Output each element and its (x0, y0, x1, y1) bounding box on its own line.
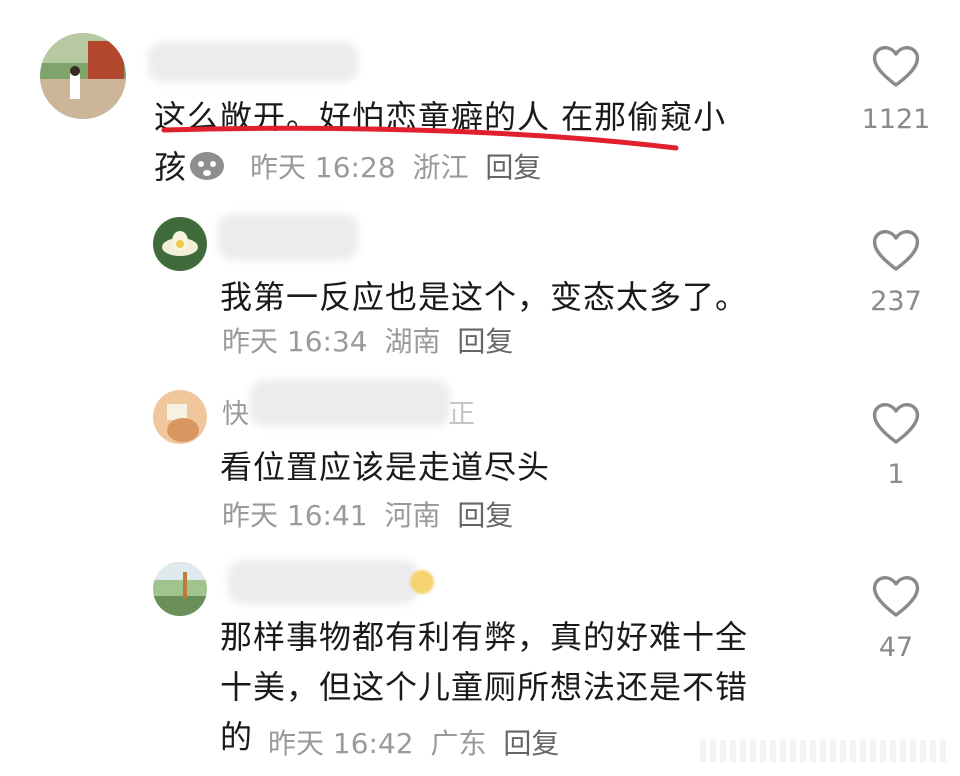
like-count: 1121 (861, 104, 931, 135)
location: 广东 (430, 727, 487, 760)
timestamp: 昨天 16:41 (222, 499, 368, 532)
reply-button[interactable]: 回复 (485, 151, 541, 184)
comment-meta: 昨天 16:34 湖南 回复 (222, 320, 521, 360)
location: 浙江 (412, 151, 469, 184)
avatar-image (153, 390, 207, 444)
timestamp: 昨天 16:34 (222, 325, 368, 358)
username-suffix: 正 (448, 399, 475, 430)
watermark (700, 740, 950, 762)
like-heart-icon[interactable] (871, 574, 921, 618)
username-blurred (148, 42, 358, 82)
location: 湖南 (384, 325, 441, 358)
timestamp: 昨天 16:42 (268, 727, 414, 760)
comment-text: 看位置应该是走道尽头 (220, 448, 551, 486)
like-count: 47 (878, 632, 914, 663)
like-heart-icon[interactable] (871, 401, 921, 445)
like-count: 237 (870, 286, 922, 317)
username-emoji-icon (410, 570, 434, 594)
username-blurred (250, 380, 450, 426)
username-prefix: 快 (222, 399, 249, 430)
username-blurred (218, 214, 358, 260)
comment-meta: 昨天 16:41 河南 回复 (222, 494, 521, 534)
reply-button[interactable]: 回复 (503, 727, 559, 760)
avatar-image (153, 217, 207, 271)
avatar[interactable] (40, 33, 126, 119)
avatar[interactable] (153, 217, 207, 271)
comment-text: 我第一反应也是这个，变态太多了。 (220, 278, 749, 316)
username-blurred (228, 560, 418, 604)
comment-meta: 昨天 16:42 广东 回复 (268, 722, 567, 762)
avatar-image (40, 33, 126, 119)
like-heart-icon[interactable] (871, 44, 921, 88)
reply-button[interactable]: 回复 (457, 499, 513, 532)
like-heart-icon[interactable] (871, 228, 921, 272)
avatar[interactable] (153, 562, 207, 616)
avatar[interactable] (153, 390, 207, 444)
reply-button[interactable]: 回复 (457, 325, 513, 358)
avatar-image (153, 562, 207, 616)
timestamp: 昨天 16:28 (250, 151, 396, 184)
location: 河南 (384, 499, 441, 532)
like-count: 1 (887, 459, 905, 490)
comment-meta: 昨天 16:28 浙江 回复 (250, 146, 549, 186)
